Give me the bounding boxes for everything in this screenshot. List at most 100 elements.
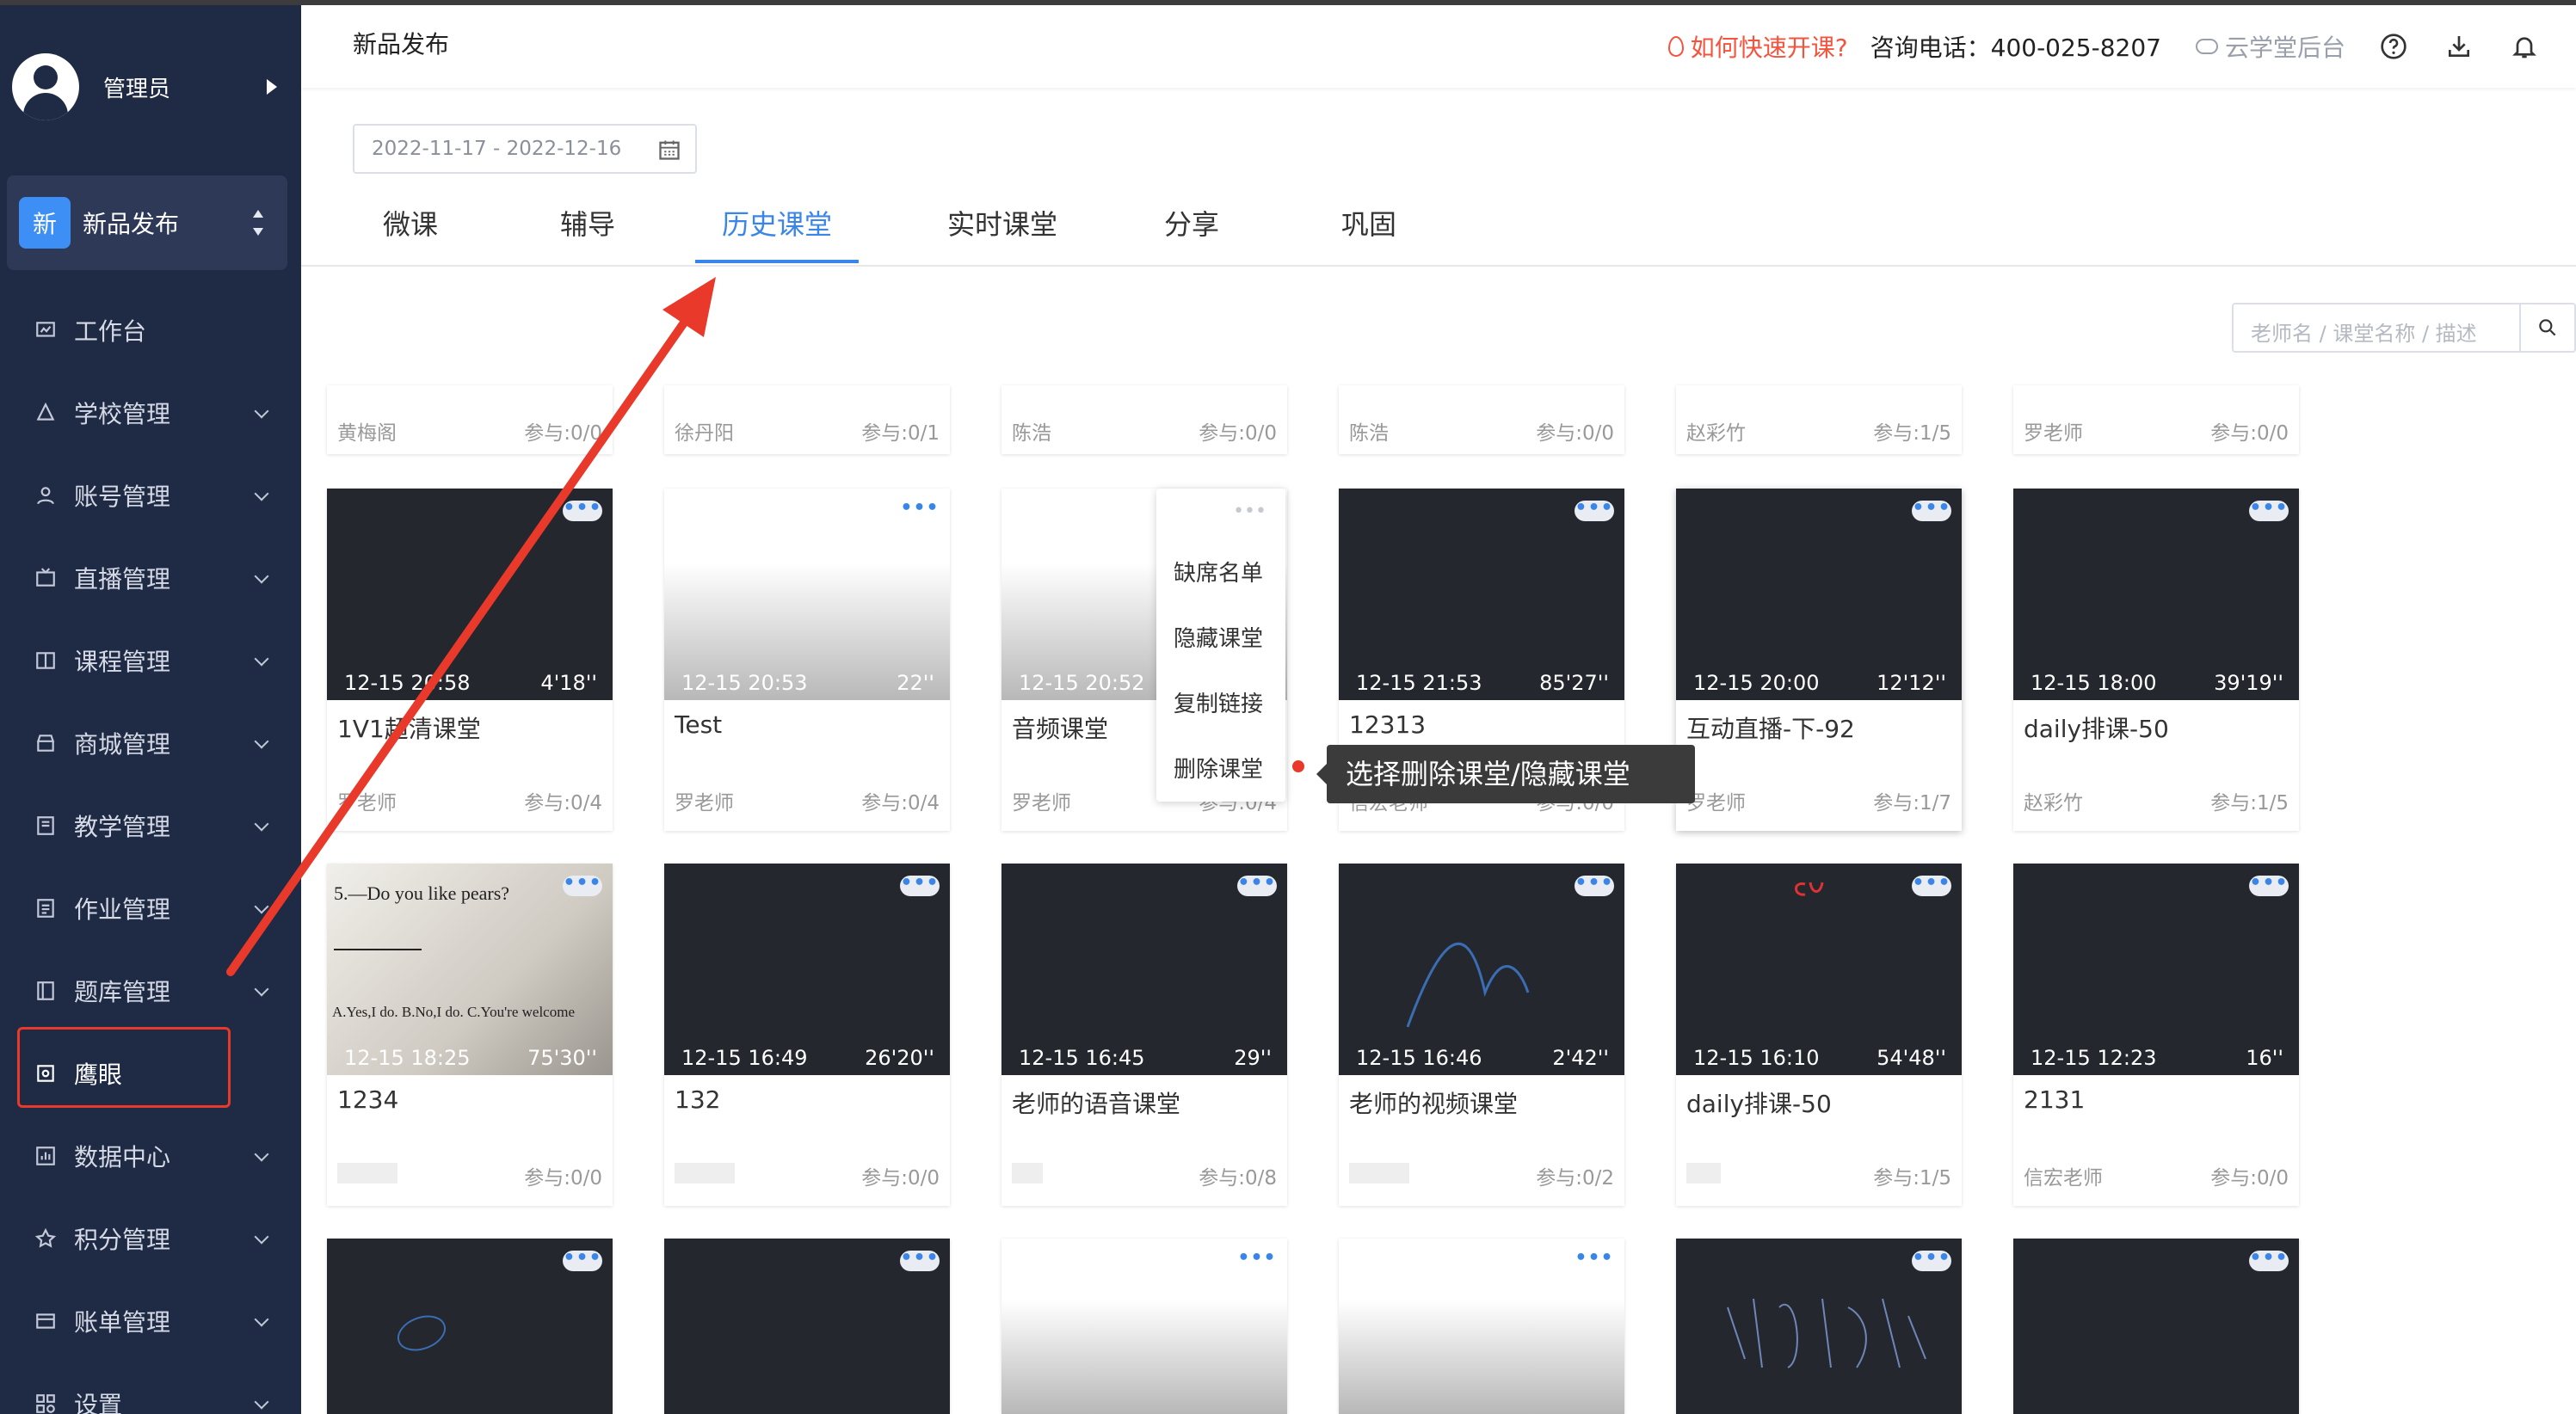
card-thumbnail: ••• 12-15 21:53 85'27'' — [1339, 489, 1624, 700]
card-join-count: 参与:0/0 — [1199, 422, 1277, 445]
class-card[interactable]: ••• 12-15 20:53 22'' Test 罗老师 参与:0/4 — [664, 489, 950, 831]
bell-icon[interactable] — [2507, 29, 2542, 64]
help-icon[interactable] — [2376, 29, 2411, 64]
card-join-count: 参与:1/5 — [1873, 422, 1951, 445]
class-card[interactable]: ••• 12-15 16:49 26'20'' 132 参与:0/0 — [664, 864, 950, 1206]
photo-options: A.Yes,I do. B.No,I do. C.You're welcome — [332, 1004, 575, 1020]
tab-micro-course[interactable]: 微课 — [363, 203, 458, 263]
more-icon[interactable]: ••• — [900, 874, 940, 896]
card-teacher — [675, 1161, 735, 1183]
more-icon[interactable]: ••• — [563, 874, 602, 896]
card-title: 互动直播-下-92 — [1686, 715, 1855, 743]
user-menu[interactable]: 管理员 — [12, 48, 289, 126]
sidebar-item-school[interactable]: 学校管理 — [0, 372, 301, 454]
class-card[interactable]: 徐丹阳 参与:0/1 — [664, 385, 950, 454]
search-box: 老师名 / 课堂名称 / 描述 — [2232, 303, 2576, 353]
class-card[interactable]: ••• 12-15 20:00 12'12'' 互动直播-下-92 罗老师 参与:1… — [1676, 489, 1962, 831]
more-icon[interactable]: ••• — [563, 499, 602, 521]
tab-share[interactable]: 分享 — [1144, 203, 1239, 263]
card-teacher: 赵彩竹 — [2024, 792, 2083, 815]
class-card[interactable]: ••• — [1339, 1239, 1624, 1414]
card-date: 12-15 16:49 — [681, 1046, 808, 1070]
tab-consolidate[interactable]: 巩固 — [1322, 203, 1416, 263]
card-thumbnail: ••• — [1001, 1239, 1287, 1414]
sidebar-item-live[interactable]: 直播管理 — [0, 537, 301, 619]
more-icon[interactable]: ••• — [1912, 1249, 1951, 1271]
sidebar-item-account[interactable]: 账号管理 — [0, 454, 301, 537]
card-date: 12-15 20:00 — [1693, 671, 1820, 695]
download-icon[interactable] — [2442, 29, 2476, 64]
class-card[interactable]: 赵彩竹 参与:1/5 — [1676, 385, 1962, 454]
class-card[interactable]: 陈浩 参与:0/0 — [1001, 385, 1287, 454]
menu-item-hide-class[interactable]: 隐藏课堂 — [1174, 621, 1263, 653]
more-icon[interactable]: ••• — [1237, 1249, 1277, 1271]
cloud-loop-icon — [2195, 39, 2218, 54]
sidebar-item-data-center[interactable]: 数据中心 — [0, 1115, 301, 1197]
more-icon[interactable]: ••• — [563, 1249, 602, 1271]
more-icon[interactable]: ••• — [2249, 1249, 2289, 1271]
more-icon[interactable]: ••• — [1575, 499, 1614, 521]
sidebar-item-homework[interactable]: 作业管理 — [0, 867, 301, 950]
class-card[interactable]: ••• — [327, 1239, 613, 1414]
class-card[interactable]: ••• 12-15 16:46 2'42'' 老师的视频课堂 参与:0/2 — [1339, 864, 1624, 1206]
sidebar-item-dashboard[interactable]: 工作台 — [0, 289, 301, 372]
class-card[interactable]: ••• — [664, 1239, 950, 1414]
card-thumbnail: ••• — [1676, 1239, 1962, 1414]
sidebar-item-question-bank[interactable]: 题库管理 — [0, 950, 301, 1032]
tab-history-class[interactable]: 历史课堂 — [695, 203, 859, 263]
more-icon[interactable]: ••• — [1575, 1249, 1614, 1271]
card-date: 12-15 16:45 — [1019, 1046, 1145, 1070]
more-icon[interactable]: ••• — [2249, 874, 2289, 896]
sidebar-item-course[interactable]: 课程管理 — [0, 619, 301, 702]
more-icon[interactable]: ••• — [2249, 499, 2289, 521]
card-teacher — [1012, 1161, 1043, 1183]
card-title: 老师的语音课堂 — [1012, 1090, 1181, 1118]
card-teacher: 赵彩竹 — [1686, 422, 1746, 445]
date-range-picker[interactable]: 2022-11-17 - 2022-12-16 — [353, 124, 697, 174]
more-icon[interactable]: ••• — [900, 499, 940, 521]
card-join-count: 参与:0/8 — [1199, 1167, 1277, 1190]
search-input[interactable]: 老师名 / 课堂名称 / 描述 — [2251, 317, 2477, 347]
sidebar-item-settings[interactable]: 设置 — [0, 1362, 301, 1414]
class-card[interactable]: ••• 12-15 16:10 54'48'' daily排课-50 参与:1/5 — [1676, 864, 1962, 1206]
class-card[interactable]: ••• 12-15 18:00 39'19'' daily排课-50 赵彩竹 参与:… — [2013, 489, 2299, 831]
class-card[interactable]: ••• 12-15 12:23 16'' 2131 信宏老师 参与:0/0 — [2013, 864, 2299, 1206]
sidebar-item-mall[interactable]: 商城管理 — [0, 702, 301, 784]
annotation-tooltip: 选择删除课堂/隐藏课堂 — [1316, 745, 1695, 803]
tab-realtime-class[interactable]: 实时课堂 — [921, 203, 1084, 263]
menu-item-delete-class[interactable]: 删除课堂 — [1174, 752, 1263, 784]
class-card[interactable]: ••• 12-15 16:45 29'' 老师的语音课堂 参与:0/8 — [1001, 864, 1287, 1206]
more-icon[interactable]: ••• — [1575, 874, 1614, 896]
backend-label: 云学堂后台 — [2224, 34, 2345, 62]
menu-item-absence-list[interactable]: 缺席名单 — [1174, 556, 1263, 587]
class-card[interactable]: ••• — [1676, 1239, 1962, 1414]
more-icon[interactable]: ••• — [1237, 874, 1277, 896]
more-icon[interactable]: ••• — [1912, 874, 1951, 896]
more-icon[interactable]: ••• — [1912, 499, 1951, 521]
class-card[interactable]: 5.—Do you like pears? A.Yes,I do. B.No,I… — [327, 864, 613, 1206]
card-join-count: 参与:0/0 — [524, 1167, 602, 1190]
class-card[interactable]: ••• 12-15 20:58 4'18'' 1V1超清课堂 罗老师 参与:0/4 — [327, 489, 613, 831]
class-card[interactable]: ••• — [2013, 1239, 2299, 1414]
tab-tutoring[interactable]: 辅导 — [540, 203, 635, 263]
card-date: 12-15 16:46 — [1356, 1046, 1482, 1070]
class-card[interactable]: 陈浩 参与:0/0 — [1339, 385, 1624, 454]
sidebar-item-bill[interactable]: 账单管理 — [0, 1280, 301, 1362]
more-icon[interactable]: ••• — [900, 1249, 940, 1271]
sidebar-item-points[interactable]: 积分管理 — [0, 1197, 301, 1280]
chevron-down-icon — [254, 486, 269, 501]
app-switcher[interactable]: 新 新品发布 — [7, 175, 287, 270]
more-icon[interactable]: ••• — [1233, 501, 1266, 522]
sidebar-item-teaching[interactable]: 教学管理 — [0, 784, 301, 867]
class-card[interactable]: ••• — [1001, 1239, 1287, 1414]
backend-link[interactable]: 云学堂后台 — [2195, 29, 2345, 64]
menu-item-copy-link[interactable]: 复制链接 — [1174, 686, 1263, 718]
card-join-count: 参与:1/7 — [1873, 792, 1951, 815]
card-thumbnail: ••• — [1339, 1239, 1624, 1414]
class-card[interactable]: 黄梅阁 参与:0/0 — [327, 385, 613, 454]
class-card[interactable]: 罗老师 参与:0/0 — [2013, 385, 2299, 454]
quick-start-link[interactable]: 如何快速开课? — [1667, 29, 1848, 64]
card-date: 12-15 20:53 — [681, 671, 808, 695]
card-duration: 39'19'' — [2214, 671, 2283, 695]
search-button[interactable] — [2519, 304, 2574, 351]
